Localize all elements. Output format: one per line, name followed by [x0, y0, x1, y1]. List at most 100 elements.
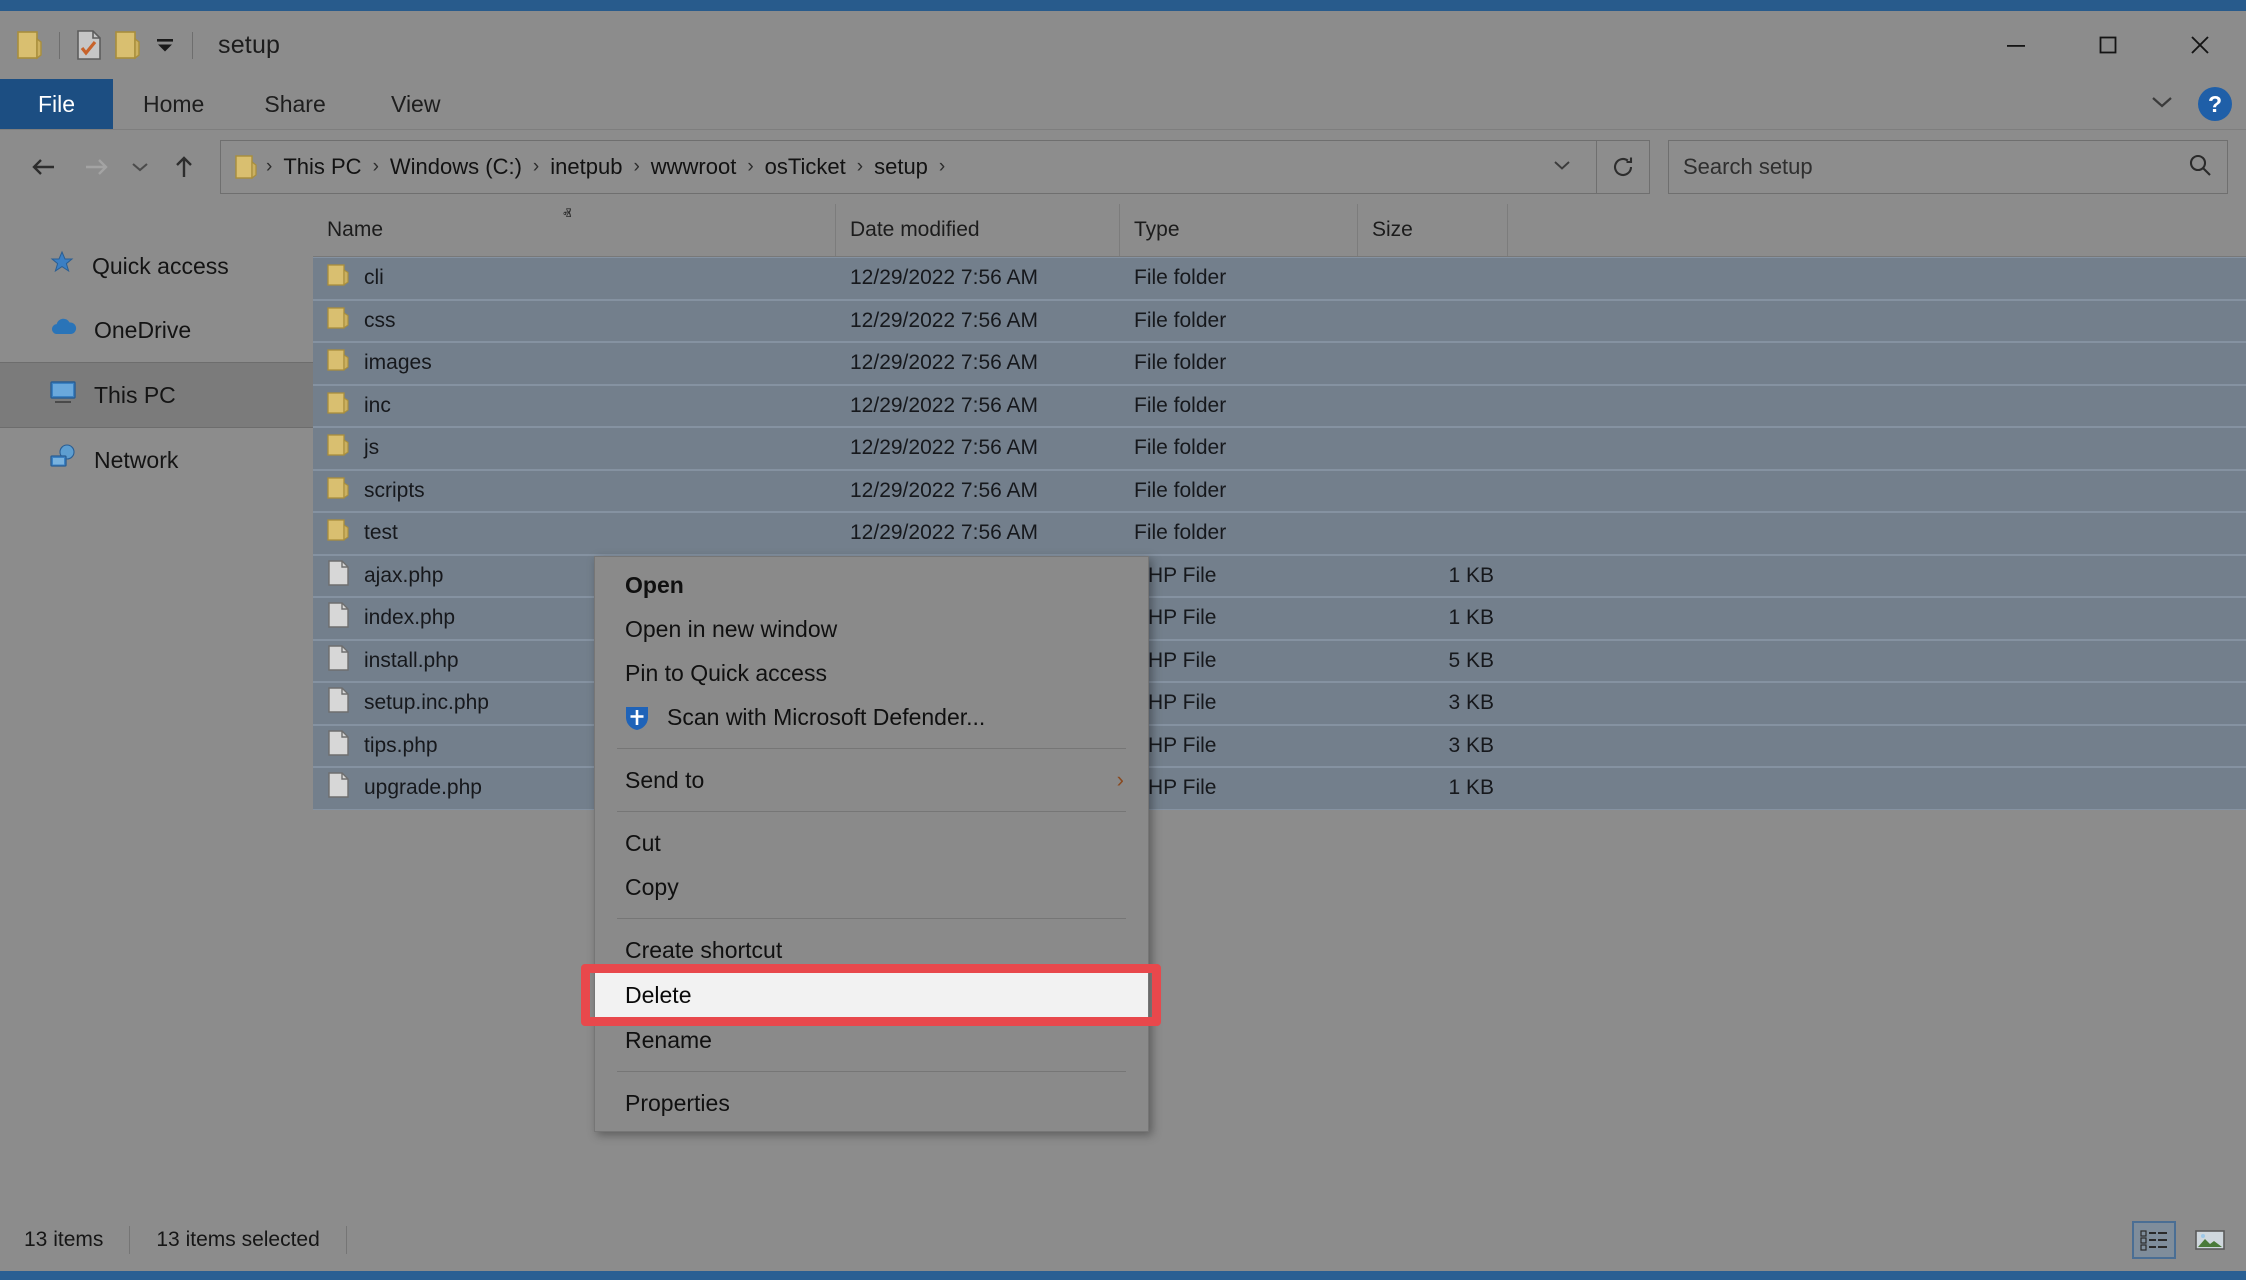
cloud-icon [48, 314, 78, 346]
menu-item-properties[interactable]: Properties [595, 1081, 1148, 1125]
refresh-button[interactable] [1597, 140, 1650, 194]
search-input[interactable]: Search setup [1683, 154, 1813, 180]
table-row[interactable]: css 12/29/2022 7:56 AM File folder [313, 299, 2246, 342]
forward-button[interactable] [70, 141, 122, 193]
properties-icon[interactable] [76, 29, 102, 61]
status-divider [345, 1226, 347, 1254]
table-row[interactable]: cli 12/29/2022 7:56 AM File folder [313, 257, 2246, 300]
file-name-label: scripts [364, 478, 425, 502]
file-name-cell[interactable]: css [313, 305, 836, 337]
address-folder-icon [235, 154, 257, 180]
file-name-cell[interactable]: inc [313, 390, 836, 422]
details-view-icon[interactable] [2132, 1221, 2176, 1259]
menu-item-create-shortcut[interactable]: Create shortcut [595, 928, 1148, 972]
menu-separator [617, 811, 1126, 812]
sidebar-item-this-pc[interactable]: This PC [0, 362, 313, 428]
menu-item-label: Cut [625, 829, 661, 856]
address-bar[interactable]: › This PC › Windows (C:) › inetpub › www… [220, 140, 1597, 194]
maximize-button[interactable] [2062, 11, 2154, 79]
breadcrumb-separator: › [266, 156, 273, 177]
breadcrumb-separator: › [747, 156, 754, 177]
menu-item-cut[interactable]: Cut [595, 821, 1148, 865]
title-bar: setup [0, 11, 2246, 79]
file-name-cell[interactable]: js [313, 432, 836, 464]
menu-item-copy[interactable]: Copy [595, 865, 1148, 909]
date-modified-cell: 12/29/2022 7:56 AM [850, 351, 1038, 375]
file-name-cell[interactable]: test [313, 517, 836, 549]
tab-view[interactable]: View [356, 79, 476, 129]
search-box[interactable]: Search setup [1668, 140, 2228, 194]
file-name-cell[interactable]: cli [313, 262, 836, 294]
menu-item-open-in-new-window[interactable]: Open in new window [595, 607, 1148, 651]
folder-icon [327, 517, 351, 549]
breadcrumb-item-inetpub[interactable]: inetpub [542, 151, 630, 183]
column-header-date-modified[interactable]: Date modified [836, 204, 1120, 256]
status-item-count: 13 items [24, 1228, 104, 1251]
help-icon[interactable]: ? [2198, 87, 2232, 121]
type-cell: PHP File [1134, 563, 1217, 587]
file-name-label: test [364, 521, 398, 545]
customize-qat-chevron-icon[interactable] [154, 34, 176, 56]
table-row[interactable]: js 12/29/2022 7:56 AM File folder [313, 427, 2246, 470]
menu-item-wrapper: Rename [595, 1018, 1148, 1062]
back-button[interactable] [18, 141, 70, 193]
table-row[interactable]: scripts 12/29/2022 7:56 AM File folder [313, 469, 2246, 512]
breadcrumb-item-osticket[interactable]: osTicket [757, 151, 854, 183]
file-name-label: css [364, 308, 396, 332]
tab-file[interactable]: File [0, 79, 113, 129]
table-row[interactable]: inc 12/29/2022 7:56 AM File folder [313, 384, 2246, 427]
recent-locations-chevron-icon[interactable] [122, 141, 158, 193]
folder-icon [327, 432, 351, 464]
folder-icon[interactable] [17, 30, 43, 60]
sidebar-item-onedrive[interactable]: OneDrive [0, 298, 313, 362]
sidebar-item-network[interactable]: Network [0, 428, 313, 492]
menu-item-open[interactable]: Open [595, 563, 1148, 607]
folder-icon [327, 475, 351, 507]
column-header-type[interactable]: Type [1120, 204, 1358, 256]
menu-item-label: Copy [625, 873, 679, 900]
folder-icon [327, 347, 351, 379]
close-button[interactable] [2154, 11, 2246, 79]
minimize-button[interactable] [1970, 11, 2062, 79]
monitor-icon [48, 378, 78, 412]
file-name-cell[interactable]: images [313, 347, 836, 379]
breadcrumb-item-windows-c[interactable]: Windows (C:) [382, 151, 530, 183]
sidebar-item-label: This PC [94, 381, 176, 408]
quick-access-toolbar [0, 29, 176, 61]
breadcrumb-item-setup[interactable]: setup [866, 151, 936, 183]
breadcrumb-item-this-pc[interactable]: This PC [275, 151, 369, 183]
menu-item-send-to[interactable]: Send to › [595, 758, 1148, 802]
new-folder-icon[interactable] [115, 30, 141, 60]
table-row[interactable]: test 12/29/2022 7:56 AM File folder [313, 512, 2246, 555]
menu-item-rename[interactable]: Rename [595, 1018, 1148, 1062]
address-history-chevron-icon[interactable] [1538, 156, 1586, 179]
date-modified-cell: 12/29/2022 7:56 AM [850, 266, 1038, 290]
menu-item-wrapper: Open in new window [595, 607, 1148, 651]
file-name-cell[interactable]: scripts [313, 475, 836, 507]
window-bottom-accent [0, 1271, 2246, 1280]
tab-home[interactable]: Home [113, 79, 234, 129]
up-button[interactable] [158, 141, 210, 193]
menu-item-pin-to-quick-access[interactable]: Pin to Quick access [595, 651, 1148, 695]
sidebar-item-quick-access[interactable]: Quick access [0, 234, 313, 298]
type-cell: PHP File [1134, 691, 1217, 715]
chevron-down-icon[interactable] [2148, 91, 2176, 118]
breadcrumb-separator: › [372, 156, 379, 177]
breadcrumb-item-wwwroot[interactable]: wwwroot [643, 151, 745, 183]
menu-item-wrapper: Properties [595, 1081, 1148, 1125]
file-name-label: js [364, 436, 380, 460]
window-title: setup [218, 30, 281, 59]
table-row[interactable]: images 12/29/2022 7:56 AM File folder [313, 342, 2246, 385]
tab-share[interactable]: Share [234, 79, 355, 129]
type-cell: File folder [1134, 308, 1227, 332]
type-cell: PHP File [1134, 606, 1217, 630]
large-icons-view-icon[interactable] [2188, 1221, 2232, 1259]
file-name-label: upgrade.php [364, 776, 482, 800]
menu-item-label: Send to [625, 766, 705, 793]
column-header-size[interactable]: Size [1358, 204, 1508, 256]
column-header-name[interactable]: Name ⱏ [313, 204, 836, 256]
file-name-label: setup.inc.php [364, 691, 489, 715]
search-icon[interactable] [2187, 152, 2213, 183]
menu-item-delete[interactable]: Delete [595, 972, 1148, 1018]
menu-item-scan-with-microsoft-defender[interactable]: Scan with Microsoft Defender... [595, 695, 1148, 739]
